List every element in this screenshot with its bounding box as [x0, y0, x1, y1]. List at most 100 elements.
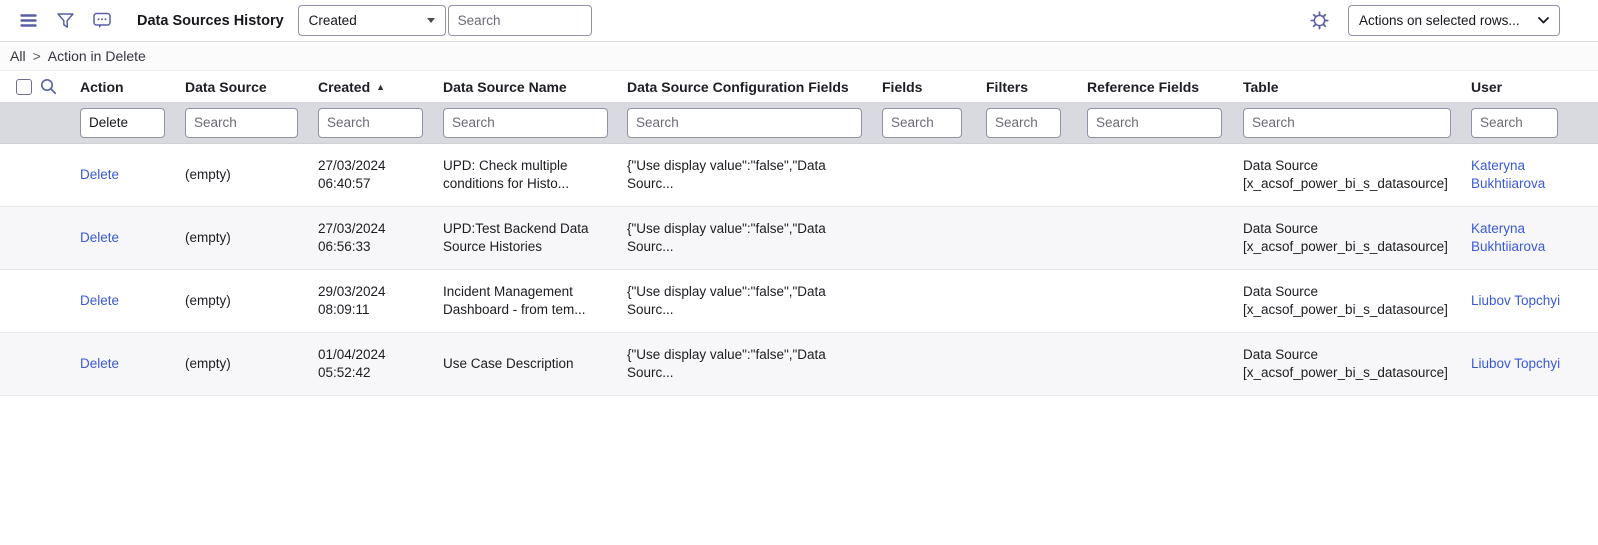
cell-action: Delete	[80, 347, 185, 381]
table-row: Delete (empty) 01/04/2024 05:52:42 Use C…	[0, 333, 1598, 396]
list-search-input[interactable]	[447, 5, 592, 36]
cell-filters	[986, 167, 1087, 183]
cell-user: Kateryna Bukhtiiarova	[1471, 149, 1598, 201]
column-header[interactable]: Created ▲	[318, 79, 443, 95]
cell-fields	[882, 293, 986, 309]
delete-action-link[interactable]: Delete	[80, 167, 119, 182]
dropdown-arrow-icon	[426, 18, 435, 23]
user-link[interactable]: Liubov Topchyi	[1471, 293, 1560, 308]
hamburger-menu-icon[interactable]	[16, 9, 40, 33]
cell-created: 27/03/2024 06:56:33	[318, 220, 386, 254]
search-field-select[interactable]: Created	[297, 5, 446, 36]
table-row: Delete (empty) 29/03/2024 08:09:11 Incid…	[0, 270, 1598, 333]
actions-select-value: Actions on selected rows...	[1359, 13, 1520, 28]
breadcrumb: All > Action in Delete	[0, 42, 1598, 71]
user-link[interactable]: Kateryna Bukhtiiarova	[1471, 221, 1545, 254]
column-header-label: Data Source Name	[443, 78, 567, 95]
column-filter-input[interactable]	[185, 107, 298, 138]
select-all-cell	[0, 78, 38, 95]
column-header[interactable]: Table	[1243, 79, 1471, 95]
cell-filters	[986, 356, 1087, 372]
chat-bubble-icon[interactable]	[90, 9, 114, 33]
column-header[interactable]: User	[1471, 79, 1598, 95]
column-filter-cell	[627, 107, 882, 138]
cell-filters	[986, 293, 1087, 309]
sort-ascending-icon: ▲	[376, 81, 386, 92]
gear-settings-icon[interactable]	[1307, 9, 1331, 33]
page-title: Data Sources History	[137, 12, 284, 29]
column-header[interactable]: Data Source Name	[443, 79, 627, 95]
column-filter-cell	[1243, 107, 1471, 138]
breadcrumb-current[interactable]: Action in Delete	[48, 48, 146, 64]
cell-config-fields: {"Use display value":"false","Data Sourc…	[627, 283, 826, 317]
breadcrumb-all-link[interactable]: All	[10, 48, 26, 64]
column-filter-input[interactable]	[80, 107, 165, 138]
column-header[interactable]: Action	[80, 79, 185, 95]
cell-data-source-name: Incident Management Dashboard - from tem…	[443, 283, 586, 317]
column-header-label: Filters	[986, 78, 1029, 95]
column-filter-row	[0, 102, 1598, 144]
column-filter-input[interactable]	[882, 107, 962, 138]
filter-funnel-icon[interactable]	[53, 9, 77, 33]
cell-action: Delete	[80, 284, 185, 318]
column-header-label: Reference Fields	[1087, 78, 1200, 95]
cell-fields	[882, 167, 986, 183]
cell-created: 29/03/2024 08:09:11	[318, 283, 386, 317]
column-filter-cell	[882, 107, 986, 138]
cell-data-source-name: Use Case Description	[443, 355, 574, 371]
cell-config-fields: {"Use display value":"false","Data Sourc…	[627, 346, 826, 380]
column-filter-cell	[185, 107, 318, 138]
table-row: Delete (empty) 27/03/2024 06:40:57 UPD: …	[0, 144, 1598, 207]
column-filter-input[interactable]	[1471, 107, 1558, 138]
list-search-toggle[interactable]	[38, 78, 80, 95]
column-filter-input[interactable]	[627, 107, 862, 138]
search-field-select-value: Created	[308, 13, 357, 28]
cell-table: Data Source [x_acsof_power_bi_s_datasour…	[1243, 346, 1448, 380]
cell-created: 27/03/2024 06:40:57	[318, 157, 386, 191]
table-row: Delete (empty) 27/03/2024 06:56:33 UPD:T…	[0, 207, 1598, 270]
column-filter-input[interactable]	[1087, 107, 1222, 138]
column-header[interactable]: Data Source Configuration Fields	[627, 79, 882, 95]
column-filter-cell	[318, 107, 443, 138]
column-header-row: Action Data Source Created ▲ Data Source…	[0, 71, 1598, 102]
actions-on-selected-rows-select[interactable]: Actions on selected rows...	[1348, 5, 1560, 36]
column-filter-input[interactable]	[1243, 107, 1451, 138]
delete-action-link[interactable]: Delete	[80, 293, 119, 308]
column-header-label: Data Source Configuration Fields	[627, 78, 849, 95]
column-header[interactable]: Fields	[882, 79, 986, 95]
cell-data-source-name: UPD:Test Backend Data Source Histories	[443, 220, 589, 254]
delete-action-link[interactable]: Delete	[80, 356, 119, 371]
select-all-checkbox[interactable]	[16, 78, 32, 95]
cell-reference-fields	[1087, 230, 1243, 246]
column-filter-cell	[80, 107, 185, 138]
cell-table: Data Source [x_acsof_power_bi_s_datasour…	[1243, 157, 1448, 191]
column-header[interactable]: Reference Fields	[1087, 79, 1243, 95]
column-filter-cell	[986, 107, 1087, 138]
hamburger-menu-icon	[19, 14, 37, 27]
column-header-label: Table	[1243, 78, 1279, 95]
column-header-label: Fields	[882, 78, 923, 95]
column-filter-input[interactable]	[986, 107, 1061, 138]
cell-table: Data Source [x_acsof_power_bi_s_datasour…	[1243, 220, 1448, 254]
user-link[interactable]: Kateryna Bukhtiiarova	[1471, 158, 1545, 191]
column-filter-cell	[1087, 107, 1243, 138]
column-filter-input[interactable]	[443, 107, 608, 138]
column-header-label: User	[1471, 78, 1503, 95]
cell-config-fields: {"Use display value":"false","Data Sourc…	[627, 220, 826, 254]
cell-fields	[882, 356, 986, 372]
column-filter-input[interactable]	[318, 107, 423, 138]
cell-user: Kateryna Bukhtiiarova	[1471, 212, 1598, 264]
column-header-label: Data Source	[185, 78, 267, 95]
cell-action: Delete	[80, 158, 185, 192]
delete-action-link[interactable]: Delete	[80, 230, 119, 245]
column-filter-cell	[1471, 107, 1598, 138]
funnel-icon	[56, 13, 74, 28]
user-link[interactable]: Liubov Topchyi	[1471, 356, 1560, 371]
cell-data-source: (empty)	[185, 292, 231, 308]
cell-user: Liubov Topchyi	[1471, 347, 1598, 381]
breadcrumb-separator: >	[32, 48, 41, 64]
column-filter-cell	[443, 107, 627, 138]
column-header[interactable]: Filters	[986, 79, 1087, 95]
column-header[interactable]: Data Source	[185, 79, 318, 95]
cell-data-source: (empty)	[185, 355, 231, 371]
